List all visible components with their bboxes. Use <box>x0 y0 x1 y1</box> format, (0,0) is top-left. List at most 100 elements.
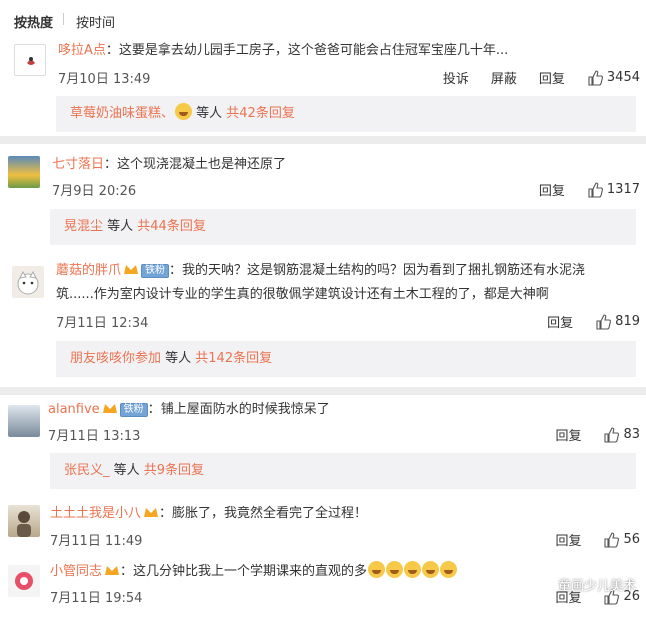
vip-crown-icon <box>102 401 118 415</box>
comment-text-continued: 筑......作为室内设计专业的学生真的很敬佩学建筑设计还有土木工程的了，都是大… <box>56 287 549 302</box>
reply-button[interactable]: 回复 <box>539 68 565 87</box>
comment-text: 我的天呐？这是钢筋混凝土结构的吗？因为看到了捆扎钢筋还有水泥浇 <box>182 263 586 278</box>
comment-item: alanfive 铁粉 ：铺上屋面防水的时候我惊呆了 7月11日 13:13 回复 … <box>0 395 646 490</box>
comment-username[interactable]: 七寸落日 <box>52 157 104 172</box>
reply-summary[interactable]: 朋友咳咳你参加 等人 共142条回复 <box>56 341 636 377</box>
vip-crown-icon <box>143 505 159 519</box>
comment-item: 七寸落日：这个现浇混凝土也是神还原了 7月9日 20:26 回复 1317 晃混… <box>0 144 646 254</box>
avatar[interactable] <box>8 505 40 537</box>
comment-item: 哆拉A点：这要是拿去幼儿园手工房子，这个爸爸可能会占住冠军宝座几十年... 7月… <box>0 36 646 136</box>
comment-item: 蘑菇的胖爪 铁粉 ：我的天呐？这是钢筋混凝土结构的吗？因为看到了捆扎钢筋还有水泥浇 … <box>0 254 646 387</box>
avatar[interactable] <box>8 565 40 597</box>
fan-badge: 铁粉 <box>119 403 148 417</box>
comment-username[interactable]: 哆拉A点 <box>58 43 106 58</box>
reply-button[interactable]: 回复 <box>547 312 573 331</box>
comment-text: 铺上屋面防水的时候我惊呆了 <box>160 402 330 417</box>
like-count: 83 <box>623 427 640 442</box>
laughing-emoji-icon <box>440 561 458 578</box>
comment-actions: 回复 819 <box>525 312 640 331</box>
sort-divider <box>63 13 64 25</box>
thumbs-up-icon <box>604 531 620 548</box>
comment-time: 7月11日 13:13 <box>48 429 141 444</box>
avatar-person-icon <box>17 511 31 537</box>
reply-name[interactable]: 张民义_ <box>64 463 110 478</box>
comment-actions: 投诉 屏蔽 回复 3454 <box>421 68 640 87</box>
comment-text-line-2: 筑......作为室内设计专业的学生真的很敬佩学建筑设计还有土木工程的了，都是大… <box>56 284 628 306</box>
block-button[interactable]: 屏蔽 <box>491 68 517 87</box>
laughing-emoji-icon <box>386 561 404 578</box>
comment-text-line: 土土土我是小八 ：膨胀了，我竟然全看完了全过程！ <box>50 505 368 521</box>
reply-summary[interactable]: 张民义_ 等人 共9条回复 <box>50 453 636 489</box>
like-count: 819 <box>615 314 640 329</box>
reply-button[interactable]: 回复 <box>555 425 581 444</box>
reply-summary[interactable]: 草莓奶油味蛋糕、 等人 共42条回复 <box>56 96 636 132</box>
laughing-emoji-icon <box>404 561 422 578</box>
vip-crown-icon <box>123 262 139 276</box>
comment-username[interactable]: alanfive <box>48 402 100 417</box>
reply-name[interactable]: 朋友咳咳你参加 <box>70 351 161 366</box>
avatar[interactable] <box>14 44 46 76</box>
reply-count[interactable]: 共142条回复 <box>195 351 272 366</box>
thumbs-up-icon <box>588 181 603 198</box>
reply-count[interactable]: 共9条回复 <box>144 463 204 478</box>
avatar[interactable] <box>12 266 44 298</box>
emoji-icon <box>175 103 193 120</box>
comment-card-2: 七寸落日：这个现浇混凝土也是神还原了 7月9日 20:26 回复 1317 晃混… <box>0 144 646 387</box>
avatar-flower-icon <box>15 572 33 590</box>
fan-badge: 铁粉 <box>141 264 170 278</box>
comment-actions: 回复 56 <box>533 530 640 549</box>
sort-bar: 按热度 按时间 <box>0 0 646 36</box>
thumbs-up-icon <box>596 313 612 330</box>
reply-mid: 等人 <box>109 463 144 478</box>
comment-actions: 回复 1317 <box>517 180 640 199</box>
reply-name[interactable]: 草莓奶油味蛋糕、 <box>70 106 174 121</box>
reply-mid: 等人 <box>103 219 138 234</box>
reply-summary[interactable]: 晃混尘 等人 共44条回复 <box>50 209 636 245</box>
vip-crown-icon <box>104 563 120 577</box>
reply-count[interactable]: 共44条回复 <box>137 219 206 234</box>
comment-username[interactable]: 小管同志 <box>50 564 102 579</box>
laughing-emoji-icon <box>368 561 386 578</box>
comment-time: 7月10日 13:49 <box>58 72 151 87</box>
comment-time: 7月11日 12:34 <box>56 316 149 331</box>
reply-button[interactable]: 回复 <box>555 530 581 549</box>
like-button[interactable]: 819 <box>595 313 640 330</box>
reply-button[interactable]: 回复 <box>539 180 565 199</box>
like-button[interactable]: 83 <box>603 426 640 443</box>
comment-time: 7月11日 19:54 <box>50 591 143 606</box>
reply-mid: 等人 <box>161 351 196 366</box>
report-button[interactable]: 投诉 <box>443 68 469 87</box>
wechat-icon <box>532 576 554 593</box>
comment-text-line: alanfive 铁粉 ：铺上屋面防水的时候我惊呆了 <box>48 401 330 417</box>
avatar[interactable] <box>8 405 40 437</box>
comment-text: 这几分钟比我上一个学期课来的直观的多 <box>133 564 368 579</box>
thumbs-up-icon <box>604 426 620 443</box>
like-count: 1317 <box>606 182 640 197</box>
sort-by-hot-tab[interactable]: 按热度 <box>14 12 53 31</box>
avatar-doodle-icon <box>27 57 35 65</box>
comment-item: 土土土我是小八 ：膨胀了，我竟然全看完了全过程！ 7月11日 11:49 回复 5… <box>0 495 646 555</box>
reply-mid: 等人 <box>192 106 227 121</box>
comment-username[interactable]: 土土土我是小八 <box>50 506 141 521</box>
comment-text-line: 哆拉A点：这要是拿去幼儿园手工房子，这个爸爸可能会占住冠军宝座几十年... <box>58 43 509 58</box>
avatar[interactable] <box>8 156 40 188</box>
laughing-emoji-icon <box>422 561 440 578</box>
sort-by-time-tab[interactable]: 按时间 <box>76 12 115 31</box>
comment-text: 这要是拿去幼儿园手工房子，这个爸爸可能会占住冠军宝座几十年... <box>118 43 509 58</box>
comment-actions: 回复 83 <box>533 425 640 444</box>
like-button[interactable]: 1317 <box>587 181 640 198</box>
comment-time: 7月11日 11:49 <box>50 534 143 549</box>
like-count: 3454 <box>606 70 640 85</box>
reply-name[interactable]: 晃混尘 <box>64 219 103 234</box>
avatar-cat-icon <box>17 270 39 295</box>
reply-count[interactable]: 共42条回复 <box>226 106 295 121</box>
thumbs-up-icon <box>588 69 603 86</box>
comment-time: 7月9日 20:26 <box>52 184 137 199</box>
like-button[interactable]: 3454 <box>587 69 640 86</box>
comment-text: 膨胀了，我竟然全看完了全过程！ <box>172 506 368 521</box>
like-button[interactable]: 56 <box>603 531 640 548</box>
comment-text-line: 七寸落日：这个现浇混凝土也是神还原了 <box>52 157 287 172</box>
comment-username[interactable]: 蘑菇的胖爪 <box>56 263 121 278</box>
like-count: 56 <box>623 532 640 547</box>
comment-card-1: 按热度 按时间 哆拉A点：这要是拿去幼儿园手工房子，这个爸爸可能会占住冠军宝座几… <box>0 0 646 136</box>
